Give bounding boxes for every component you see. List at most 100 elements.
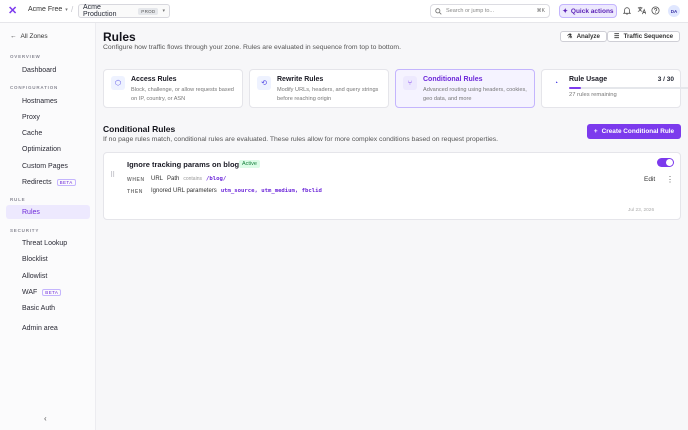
sidebar-item-label: Optimization	[22, 145, 61, 153]
more-options-icon[interactable]: ⋮	[666, 175, 674, 184]
account-switcher[interactable]: Acme Free ▾	[28, 6, 68, 13]
sidebar-item-optimization[interactable]: Optimization	[6, 142, 90, 156]
sidebar-item-label: Allowlist	[22, 272, 48, 280]
page-title: Rules	[103, 30, 136, 44]
sidebar-item-label: Basic Auth	[22, 304, 56, 312]
section-overview: OVERVIEW	[10, 54, 41, 59]
avatar[interactable]: DA	[668, 5, 680, 17]
card-description: Advanced routing using headers, cookies,…	[423, 87, 527, 102]
sidebar-item-label: Threat Lookup	[22, 239, 68, 247]
chevron-down-icon: ▾	[65, 6, 68, 13]
analyze-button[interactable]: ⚗ Analyze	[560, 31, 607, 42]
search-input[interactable]: Search or jump to... ⌘K	[430, 4, 550, 18]
condition-subfield: Path	[167, 176, 180, 182]
rule-usage-card: ◔ Rule Usage 3 / 30 27 rules remaining	[541, 69, 688, 108]
sidebar-item-redirects[interactable]: Redirects BETA	[6, 175, 90, 189]
drag-handle-icon[interactable]: ⠿	[110, 171, 115, 179]
card-title: Rule Usage	[569, 76, 608, 83]
create-label: Create Conditional Rule	[601, 128, 675, 135]
create-conditional-rule-button[interactable]: + Create Conditional Rule	[587, 124, 681, 139]
translate-icon[interactable]	[637, 6, 647, 16]
section-configuration: CONFIGURATION	[10, 85, 59, 90]
sidebar-item-label: Hostnames	[22, 97, 58, 105]
search-shortcut: ⌘K	[536, 8, 545, 14]
traffic-sequence-button[interactable]: ☰ Traffic Sequence	[607, 31, 681, 42]
sidebar-item-blocklist[interactable]: Blocklist	[6, 252, 90, 266]
sidebar-item-label: WAF	[22, 288, 38, 296]
help-icon[interactable]	[651, 6, 660, 16]
sidebar-item-label: Admin area	[22, 324, 58, 332]
when-keyword: WHEN	[127, 177, 145, 183]
toggle-knob	[666, 159, 673, 166]
section-subtitle: If no page rules match, conditional rule…	[103, 136, 499, 143]
sidebar-item-allowlist[interactable]: Allowlist	[6, 269, 90, 283]
rule-action: Ignored URL parameters utm_source, utm_m…	[151, 188, 322, 194]
list-icon: ☰	[614, 33, 620, 40]
sidebar-item-label: Proxy	[22, 113, 40, 121]
access-rules-card[interactable]: ⬡ Access Rules Block, challenge, or allo…	[103, 69, 243, 108]
edit-rule-button[interactable]: Edit	[644, 176, 655, 183]
sidebar-item-hostnames[interactable]: Hostnames	[6, 94, 90, 108]
sidebar-item-cache[interactable]: Cache	[6, 126, 90, 140]
sidebar-item-threat-lookup[interactable]: Threat Lookup	[6, 236, 90, 250]
sidebar-item-label: Dashboard	[22, 66, 57, 74]
back-label: All Zones	[20, 33, 48, 40]
rule-condition: URL Path contains /blog/	[151, 176, 226, 182]
quick-actions-label: Quick actions	[570, 7, 614, 15]
sidebar-item-label: Redirects	[22, 178, 52, 186]
sidebar-item-basic-auth[interactable]: Basic Auth	[6, 301, 90, 315]
card-title: Conditional Rules	[423, 76, 483, 83]
beta-badge: BETA	[56, 178, 76, 186]
rewrite-rules-card[interactable]: ⟲ Rewrite Rules Modify URLs, headers, an…	[249, 69, 389, 108]
gauge-icon: ◔	[549, 76, 563, 90]
zone-switcher[interactable]: Acme Production PROD ▾	[78, 4, 170, 18]
chevron-down-icon: ▾	[162, 8, 165, 14]
breadcrumb-separator: /	[71, 5, 74, 14]
rule-card: ⠿ Ignore tracking params on blog Active …	[103, 152, 681, 220]
action-name: Ignored URL parameters	[151, 188, 217, 194]
conditional-rules-card[interactable]: ⑂ Conditional Rules Advanced routing usi…	[395, 69, 535, 108]
sidebar-item-custom-pages[interactable]: Custom Pages	[6, 159, 90, 173]
section-title: Conditional Rules	[103, 124, 176, 134]
page-subtitle: Configure how traffic flows through your…	[103, 44, 401, 51]
bell-icon[interactable]	[622, 6, 631, 16]
rule-usage-bar	[569, 87, 688, 89]
card-title: Rewrite Rules	[277, 76, 324, 83]
x-logo-icon[interactable]: ✕	[8, 6, 18, 17]
search-icon	[435, 7, 442, 15]
rule-enabled-toggle[interactable]	[657, 158, 674, 167]
sidebar-item-admin-area[interactable]: Admin area	[6, 321, 90, 335]
card-title: Access Rules	[131, 76, 177, 83]
zone-badge: PROD	[138, 7, 159, 15]
condition-operator: contains	[183, 176, 202, 182]
plus-icon: +	[593, 128, 598, 135]
condition-field: URL	[151, 176, 164, 182]
sidebar-item-rules[interactable]: Rules	[6, 205, 90, 219]
sidebar-item-proxy[interactable]: Proxy	[6, 110, 90, 124]
section-security: SECURITY	[10, 228, 40, 233]
branch-icon: ⑂	[403, 76, 417, 90]
collapse-sidebar-icon[interactable]: ‹	[44, 414, 47, 423]
arrow-left-icon: ←	[10, 33, 17, 40]
sidebar-item-dashboard[interactable]: Dashboard	[6, 63, 90, 77]
sidebar: ← All Zones OVERVIEW Dashboard CONFIGURA…	[0, 23, 96, 430]
rewrite-icon: ⟲	[257, 76, 271, 90]
rule-usage-remaining: 27 rules remaining	[569, 92, 617, 98]
card-description: Modify URLs, headers, and query strings …	[277, 87, 379, 102]
section-rule: RULE	[10, 197, 26, 202]
sidebar-item-label: Cache	[22, 129, 43, 137]
rule-name: Ignore tracking params on blog	[127, 160, 240, 169]
zone-name: Acme Production	[83, 4, 117, 18]
sidebar-item-label: Blocklist	[22, 255, 48, 263]
quick-actions-button[interactable]: ✦ Quick actions	[559, 4, 617, 18]
shield-icon: ⬡	[111, 76, 125, 90]
back-to-zones-link[interactable]: ← All Zones	[10, 33, 48, 40]
rule-date: Jul 23, 2026	[628, 208, 655, 213]
sidebar-item-label: Rules	[22, 208, 40, 216]
analyze-label: Analyze	[576, 33, 600, 40]
sidebar-item-waf[interactable]: WAF BETA	[6, 285, 90, 299]
flask-icon: ⚗	[567, 33, 573, 40]
condition-value: /blog/	[205, 176, 227, 182]
search-placeholder: Search or jump to...	[446, 8, 494, 14]
card-description: Block, challenge, or allow requests base…	[131, 87, 234, 102]
